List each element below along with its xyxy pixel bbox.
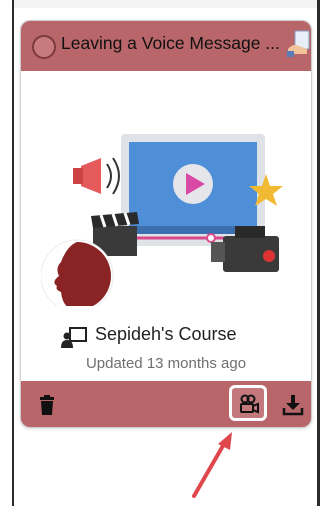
delete-button[interactable] [37, 395, 57, 415]
card-header: Leaving a Voice Message ... [21, 21, 311, 71]
updated-timestamp: Updated 13 months ago [85, 355, 247, 372]
course-thumbnail[interactable] [41, 116, 291, 306]
video-camera-icon [240, 394, 259, 414]
video-button[interactable] [229, 385, 267, 421]
annotation-arrow [192, 432, 232, 498]
trash-icon [40, 395, 54, 415]
card-title[interactable]: Leaving a Voice Message ... [61, 33, 293, 54]
document-hand-icon [287, 30, 310, 57]
status-circle-icon[interactable] [32, 35, 56, 59]
course-card[interactable]: Leaving a Voice Message ... Sepideh's Co… [20, 20, 312, 428]
download-icon [282, 395, 304, 416]
author-name: Sepideh's Course [95, 324, 237, 344]
author-row: Sepideh's Course [61, 324, 291, 350]
window-left-border [12, 0, 14, 506]
teacher-board-icon [61, 327, 87, 348]
download-button[interactable] [282, 394, 304, 416]
card-footer [21, 381, 311, 427]
window-top-strip [12, 0, 320, 8]
